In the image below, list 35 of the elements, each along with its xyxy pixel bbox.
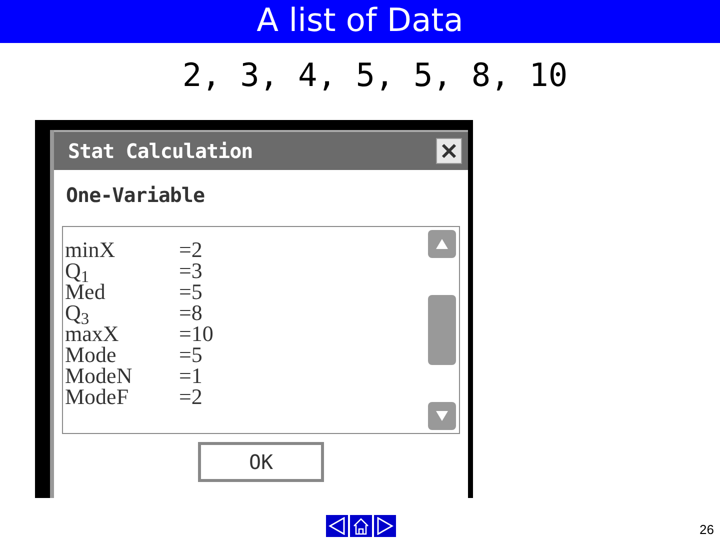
ok-button[interactable]: OK [198,442,324,482]
up-arrow-icon [436,239,448,249]
right-triangle-icon [376,517,394,535]
scroll-down-button[interactable] [428,402,456,430]
next-button[interactable] [374,515,396,537]
home-button[interactable] [350,515,372,537]
stat-name: Q$_{1}$ [65,260,90,281]
data-list: 2, 3, 4, 5, 5, 8, 10 [182,55,568,95]
left-triangle-icon [328,517,346,535]
page-number: 26 [700,521,714,539]
stat-name: Mode [65,344,118,365]
stat-value: =5 [179,344,202,365]
stat-name: maxX [65,323,120,344]
slide-title: A list of Data [256,0,464,40]
previous-button[interactable] [326,515,348,537]
stat-value: =1 [179,365,202,386]
stat-name: Q$_{3}$ [65,302,90,323]
scroll-thumb[interactable] [428,295,456,365]
close-button[interactable] [436,138,462,164]
stat-name: Med [65,281,106,302]
scroll-up-button[interactable] [428,230,456,258]
mode-label: One-Variable [66,183,204,207]
stat-value: =2 [179,386,202,407]
stat-value: =5 [179,281,202,302]
stat-name: ModeF [65,386,130,407]
stat-value: =10 [179,323,214,344]
home-icon [352,517,370,535]
stat-value: =8 [179,302,202,323]
stat-name: ModeN [65,365,134,386]
dialog-title: Stat Calculation [68,138,253,165]
stat-value: =2 [179,239,202,260]
down-arrow-icon [436,411,448,421]
stat-value: =3 [179,260,202,281]
close-icon [441,143,457,159]
stat-name: minX [65,239,116,260]
